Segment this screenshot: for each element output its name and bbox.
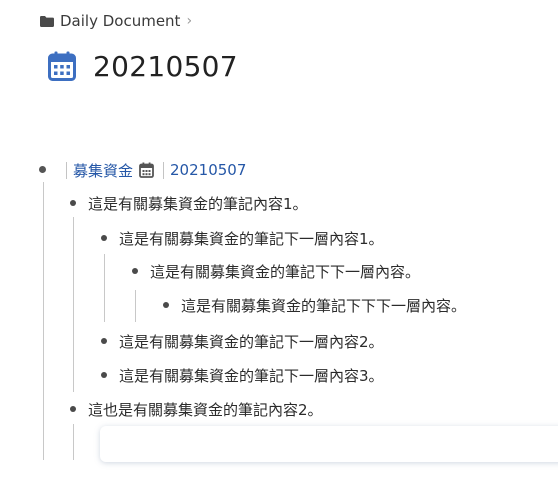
outline-item[interactable]: 這是有關募集資金的筆記下一層內容1。: [119, 225, 384, 251]
outline-bullet[interactable]: [132, 268, 138, 274]
outline-item[interactable]: 這是有關募集資金的筆記下一層內容2。: [119, 328, 384, 354]
breadcrumb[interactable]: Daily Document ›: [40, 10, 192, 32]
indent-guide-level-3: [104, 254, 105, 322]
outline-bullet[interactable]: [101, 235, 107, 241]
outline-bullet[interactable]: [70, 200, 76, 206]
outline-root-item[interactable]: 募集資金 20210507: [66, 157, 246, 183]
outline-item-text[interactable]: 這是有關募集資金的筆記下下下一層內容。: [181, 295, 466, 316]
outline-item[interactable]: 這是有關募集資金的筆記下下下一層內容。: [181, 292, 466, 318]
calendar-icon: [139, 162, 154, 178]
date-divider: [163, 161, 165, 179]
outline-item-text[interactable]: 這是有關募集資金的筆記下一層內容3。: [119, 365, 384, 386]
outline-bullet[interactable]: [70, 406, 76, 412]
page-title-row: 20210507: [48, 44, 238, 88]
outline-item[interactable]: 這是有關募集資金的筆記下下一層內容。: [150, 258, 420, 284]
breadcrumb-label[interactable]: Daily Document: [60, 12, 180, 30]
outline-item-text[interactable]: 這是有關募集資金的筆記內容1。: [88, 193, 308, 214]
outline-item-text[interactable]: 這是有關募集資金的筆記下下一層內容。: [150, 261, 420, 282]
indent-guide-level-2: [73, 217, 74, 392]
date-link[interactable]: 20210507: [170, 161, 246, 179]
indent-guide-level-4: [135, 290, 136, 322]
page-title[interactable]: 20210507: [93, 50, 238, 83]
indent-guide-level-1: [43, 182, 44, 460]
tag-divider: [66, 161, 67, 179]
block-editor-input[interactable]: [100, 426, 558, 462]
outline-item-text[interactable]: 這是有關募集資金的筆記下一層內容2。: [119, 331, 384, 352]
outline-bullet[interactable]: [163, 302, 169, 308]
outline-item-text[interactable]: 這也是有關募集資金的筆記內容2。: [88, 399, 323, 420]
outline-item[interactable]: 這也是有關募集資金的筆記內容2。: [88, 396, 323, 422]
outline-bullet[interactable]: [39, 166, 46, 173]
outline-item[interactable]: 這是有關募集資金的筆記下一層內容3。: [119, 362, 384, 388]
folder-icon: [40, 15, 54, 27]
outline-item-text[interactable]: 這是有關募集資金的筆記下一層內容1。: [119, 228, 384, 249]
outline-bullet[interactable]: [101, 338, 107, 344]
tag-link[interactable]: 募集資金: [73, 160, 133, 181]
calendar-icon: [48, 51, 76, 81]
outline-item[interactable]: 這是有關募集資金的筆記內容1。: [88, 190, 308, 216]
outline-bullet[interactable]: [101, 372, 107, 378]
breadcrumb-separator: ›: [186, 13, 193, 29]
indent-guide-level-2-last: [73, 424, 74, 460]
page: Daily Document › 20210507 募集資金 20210507 …: [0, 0, 558, 477]
